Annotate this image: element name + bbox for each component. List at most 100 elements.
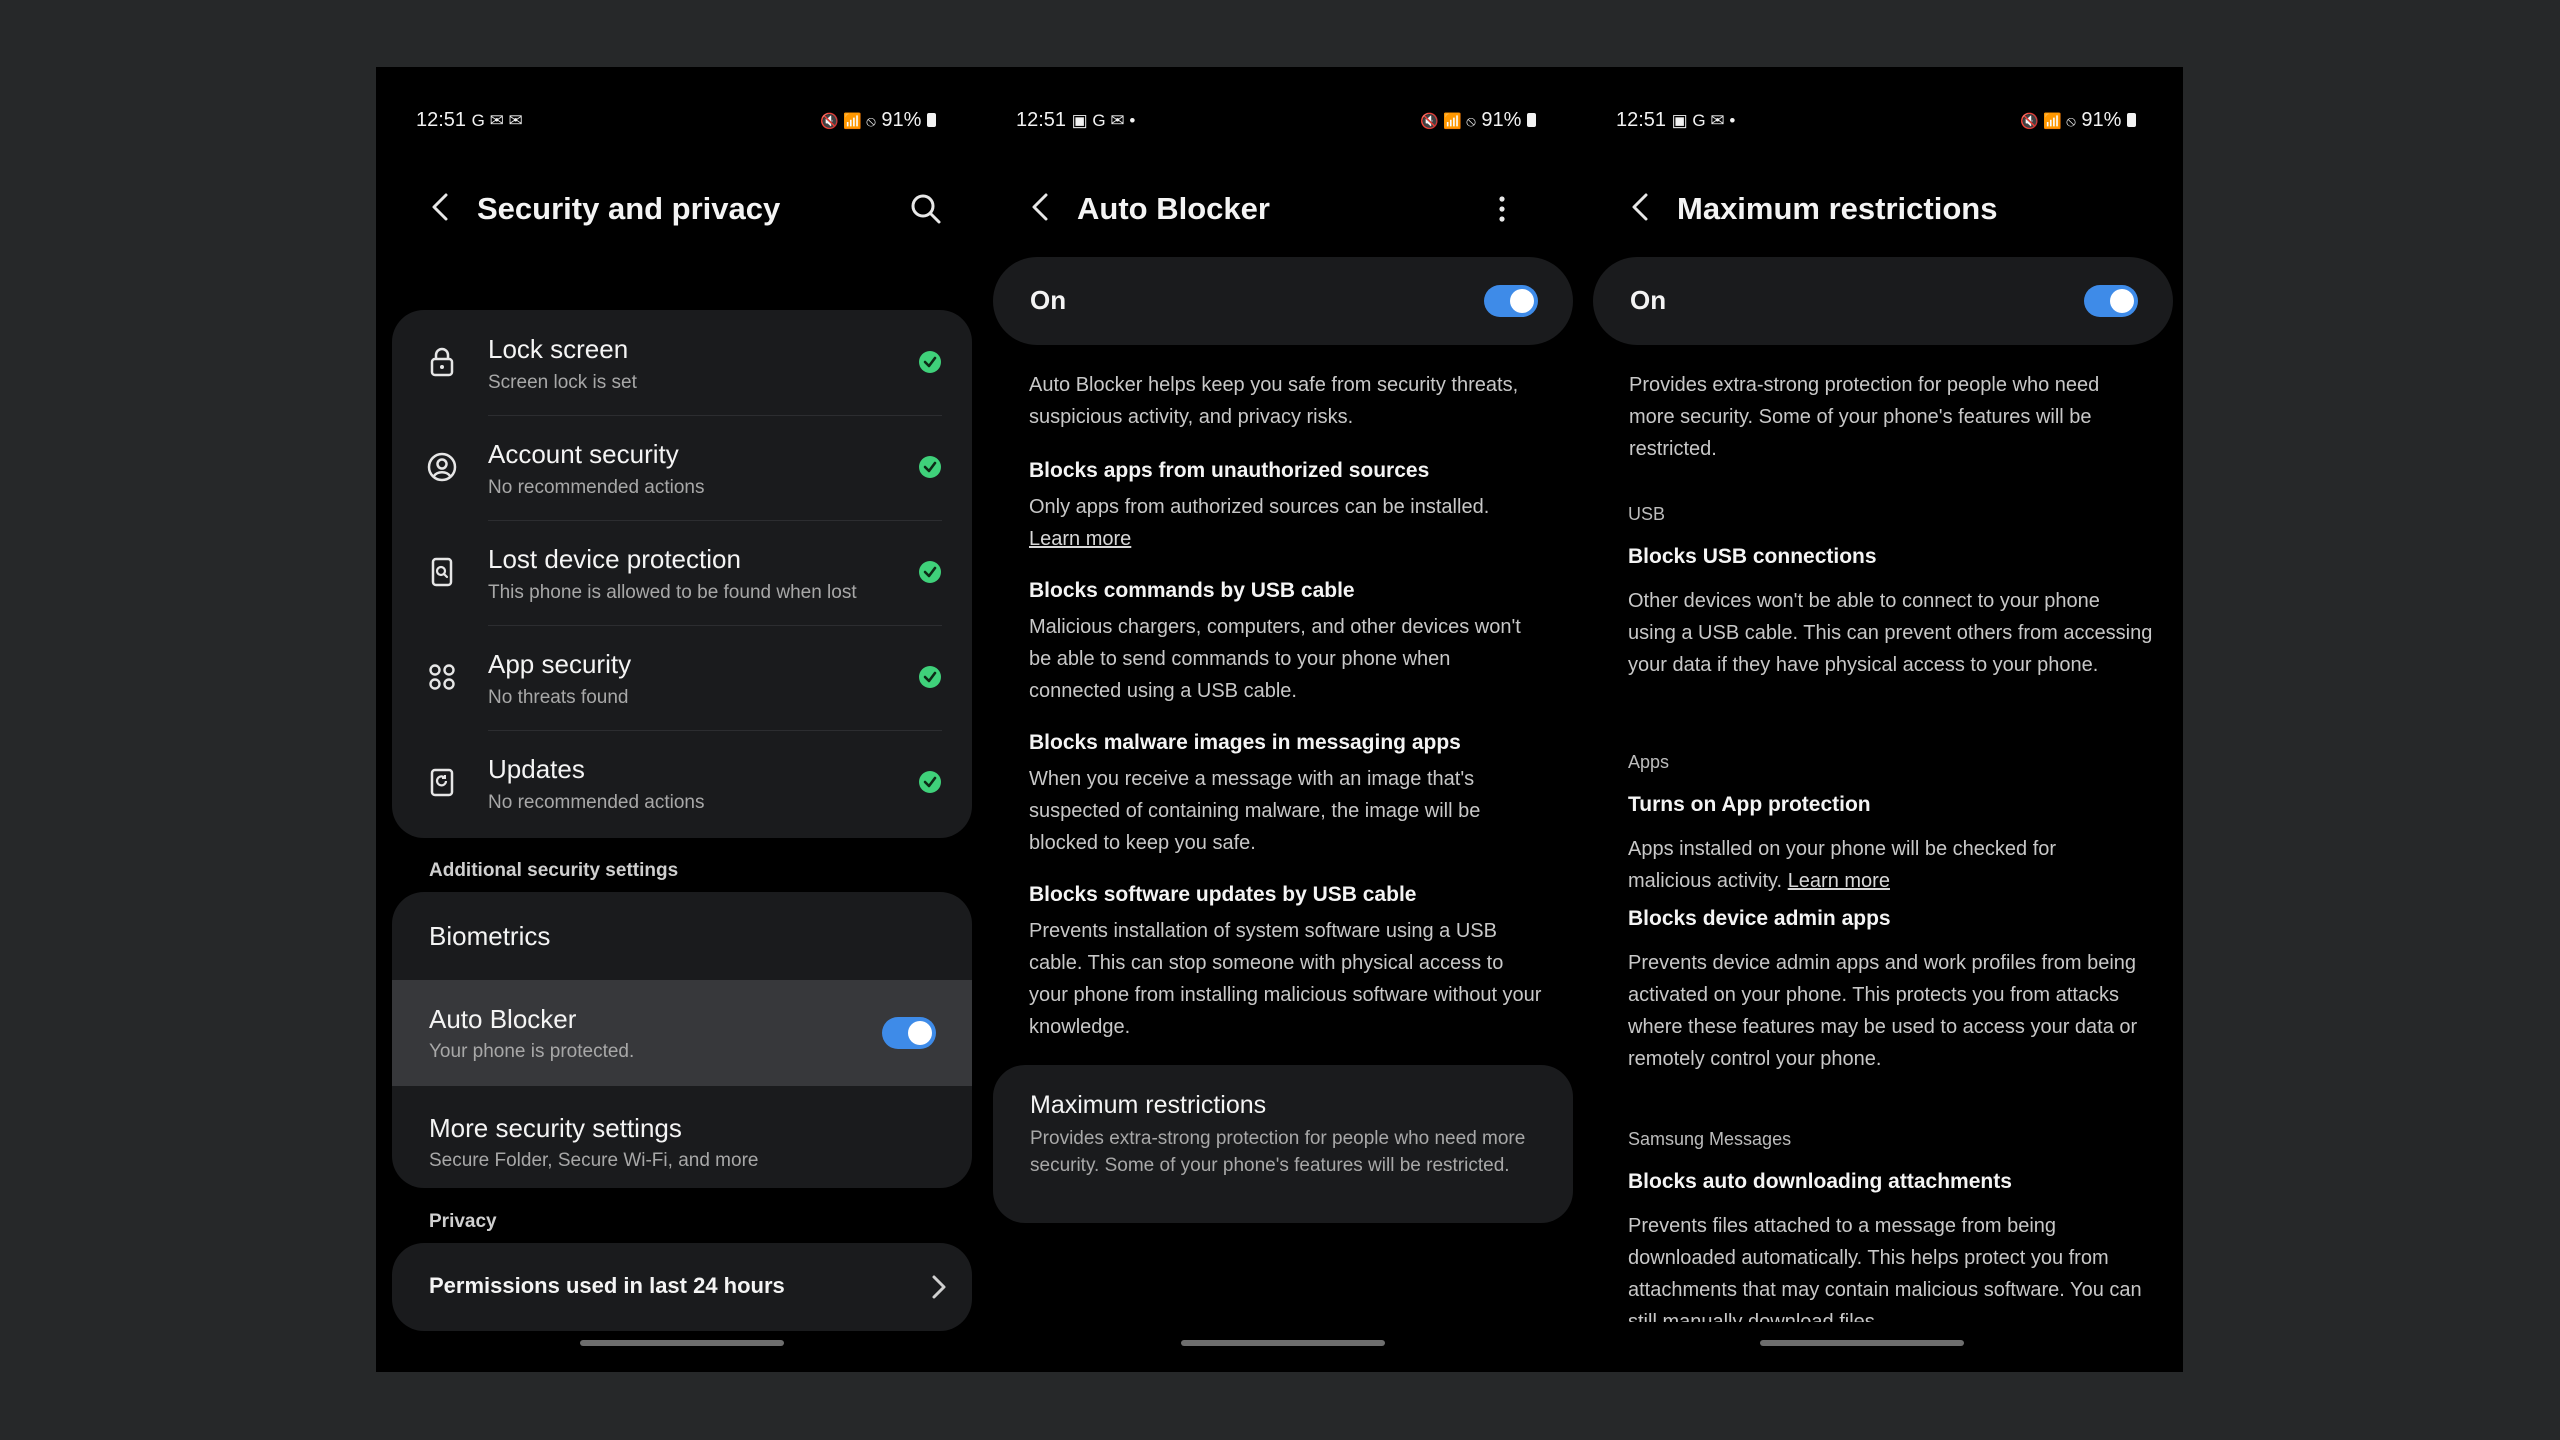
check-icon (919, 771, 941, 793)
section-body: Prevents files attached to a message fro… (1628, 1215, 2142, 1322)
check-icon (919, 456, 941, 478)
toggle-label: On (1630, 285, 1667, 315)
section-label-apps: Apps (1628, 752, 1670, 772)
battery-percent: 91% (881, 109, 922, 131)
page-title: Security and privacy (477, 191, 781, 226)
maximum-restrictions-screen: 12:51 ▣ G ✉ • 🔇 📶 ⦸ 91% Maximum restrict… (1576, 67, 2176, 1372)
search-icon[interactable] (908, 191, 944, 227)
home-gesture-handle (580, 1340, 784, 1346)
status-bar: 12:51 G ✉ ✉ 🔇 📶 ⦸ 91% (416, 105, 936, 139)
section-body: Other devices won't be able to connect t… (1628, 590, 2153, 676)
learn-more-link[interactable]: Learn more (1788, 870, 1890, 892)
item-title: Updates (488, 754, 585, 784)
battery-icon (2127, 113, 2136, 127)
list-item-account-security[interactable]: Account security No recommended actions (392, 415, 972, 520)
find-device-icon (431, 557, 453, 587)
item-title: Lock screen (488, 334, 629, 364)
status-right: 🔇 📶 ⦸ 91% (1420, 109, 1536, 132)
battery-icon (927, 113, 936, 127)
item-title: Auto Blocker (429, 1004, 577, 1034)
app-grid-icon (429, 664, 455, 690)
security-privacy-screen: 12:51 G ✉ ✉ 🔇 📶 ⦸ 91% Security and priva… (376, 67, 976, 1372)
lock-icon (430, 347, 454, 377)
item-subtitle: Secure Folder, Secure Wi-Fi, and more (429, 1150, 759, 1171)
section-heading: Blocks software updates by USB cable (1029, 883, 1417, 906)
status-left: 12:51 G ✉ ✉ (416, 109, 523, 132)
item-title: More security settings (429, 1113, 682, 1143)
more-options-icon[interactable] (1492, 189, 1512, 229)
auto-blocker-toggle[interactable] (882, 1017, 936, 1049)
section-label-usb: USB (1628, 504, 1666, 524)
item-subtitle: Your phone is protected. (429, 1041, 635, 1062)
chevron-right-icon (932, 1275, 946, 1299)
list-item-permissions[interactable]: Permissions used in last 24 hours (392, 1243, 972, 1331)
section-heading: Blocks auto downloading attachments (1628, 1170, 2012, 1193)
battery-percent: 91% (1481, 109, 1522, 131)
page-title: Maximum restrictions (1677, 191, 1998, 226)
section-heading: Blocks apps from unauthorized sources (1029, 459, 1430, 482)
learn-more-link[interactable]: Learn more (1029, 528, 1131, 550)
section-body: Only apps from authorized sources can be… (1029, 496, 1490, 518)
screenshot-stage: 12:51 G ✉ ✉ 🔇 📶 ⦸ 91% Security and priva… (376, 67, 2183, 1372)
section-heading: Turns on App protection (1628, 793, 1871, 816)
maximum-restrictions-card[interactable]: Maximum restrictions Provides extra-stro… (993, 1065, 1573, 1223)
section-heading: Blocks malware images in messaging apps (1029, 731, 1461, 754)
master-toggle-row[interactable]: On (993, 257, 1573, 345)
auto-blocker-master-toggle[interactable] (1484, 285, 1538, 317)
back-arrow-icon[interactable] (424, 187, 460, 227)
list-item-updates[interactable]: Updates No recommended actions (392, 730, 972, 835)
item-title: Permissions used in last 24 hours (429, 1273, 785, 1298)
status-time: 12:51 (1616, 109, 1667, 131)
status-time: 12:51 (1016, 109, 1067, 131)
card-body: Provides extra-strong protection for peo… (1030, 1128, 1526, 1176)
list-item-auto-blocker[interactable]: Auto Blocker Your phone is protected. (392, 980, 972, 1086)
page-title: Auto Blocker (1077, 191, 1270, 226)
intro-text: Provides extra-strong protection for peo… (1629, 374, 2100, 460)
additional-settings-card: Biometrics Auto Blocker Your phone is pr… (392, 892, 972, 1188)
intro-text: Auto Blocker helps keep you safe from se… (1029, 374, 1519, 428)
section-heading: Blocks USB connections (1628, 545, 1877, 568)
item-subtitle: No recommended actions (488, 477, 705, 498)
list-item-app-security[interactable]: App security No threats found (392, 625, 972, 730)
auto-blocker-screen: 12:51 ▣ G ✉ • 🔇 📶 ⦸ 91% Auto Blocker On … (976, 67, 1576, 1372)
item-subtitle: Screen lock is set (488, 372, 637, 393)
section-heading: Blocks device admin apps (1628, 907, 1891, 930)
list-item-biometrics[interactable]: Biometrics (392, 892, 972, 980)
list-item-lost-device[interactable]: Lost device protection This phone is all… (392, 520, 972, 625)
item-subtitle: This phone is allowed to be found when l… (488, 582, 857, 603)
section-body: Prevents device admin apps and work prof… (1628, 952, 2138, 1070)
check-icon (919, 351, 941, 373)
section-body-apps: Apps installed on your phone will be che… (1628, 833, 2128, 897)
notification-icons: ▣ G ✉ • (1071, 111, 1136, 130)
back-arrow-icon[interactable] (1624, 187, 1660, 227)
section-body: Prevents installation of system software… (1029, 920, 1542, 1038)
section-label-messages: Samsung Messages (1628, 1129, 1792, 1149)
status-right: 🔇 📶 ⦸ 91% (2020, 109, 2136, 132)
maximum-restrictions-toggle[interactable] (2084, 285, 2138, 317)
item-title: Account security (488, 439, 679, 469)
system-icons: 🔇 📶 ⦸ (1420, 113, 1476, 130)
battery-icon (1527, 113, 1536, 127)
check-icon (919, 561, 941, 583)
section-label-privacy: Privacy (429, 1211, 497, 1232)
list-item-more-security[interactable]: More security settings Secure Folder, Se… (392, 1086, 972, 1188)
section-body-unauthorized: Only apps from authorized sources can be… (1029, 491, 1549, 555)
section-heading: Blocks commands by USB cable (1029, 579, 1355, 602)
check-icon (919, 666, 941, 688)
item-subtitle: No threats found (488, 687, 629, 708)
section-label-additional: Additional security settings (429, 860, 679, 881)
home-gesture-handle (1181, 1340, 1385, 1346)
account-icon (427, 452, 457, 482)
notification-icons: G ✉ ✉ (471, 111, 523, 130)
notification-icons: ▣ G ✉ • (1671, 111, 1736, 130)
home-gesture-handle (1760, 1340, 1964, 1346)
card-title: Maximum restrictions (1030, 1091, 1267, 1119)
security-status-card: Lock screen Screen lock is set Account s… (392, 310, 972, 838)
status-bar: 12:51 ▣ G ✉ • 🔇 📶 ⦸ 91% (1616, 105, 2136, 139)
back-arrow-icon[interactable] (1024, 187, 1060, 227)
section-body: Malicious chargers, computers, and other… (1029, 616, 1521, 702)
status-right: 🔇 📶 ⦸ 91% (820, 109, 936, 132)
master-toggle-row[interactable]: On (1593, 257, 2173, 345)
item-title: Biometrics (429, 921, 551, 951)
list-item-lock-screen[interactable]: Lock screen Screen lock is set (392, 310, 972, 415)
